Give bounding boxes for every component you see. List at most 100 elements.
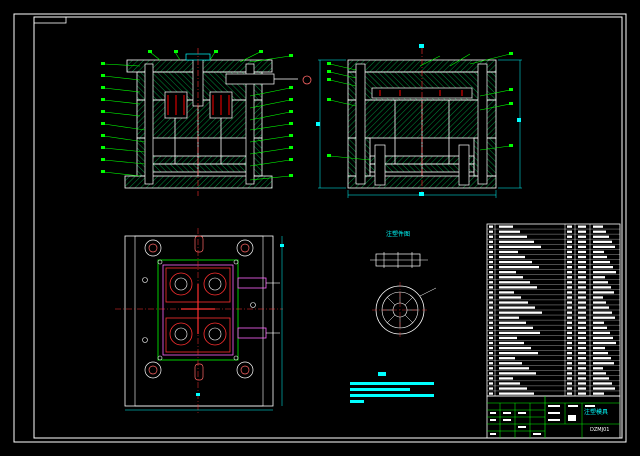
parts-list-cell-text — [567, 311, 572, 314]
parts-list-cell-text — [499, 271, 516, 274]
parts-list-cell-text — [567, 245, 572, 249]
parts-list-cell-text — [489, 245, 493, 249]
parts-list-cell-text — [489, 351, 493, 355]
parts-list-cell-text — [567, 372, 572, 375]
parts-list-cell-text — [578, 281, 586, 284]
parts-list-cell-text — [489, 372, 493, 375]
parts-list-cell-text — [578, 346, 586, 350]
parts-list-cell-text — [489, 321, 493, 324]
parts-list-cell-text — [578, 240, 586, 243]
parts-list-cell-text — [567, 377, 572, 380]
parts-list-cell-text — [578, 271, 586, 274]
parts-list-cell-text — [567, 326, 572, 329]
parts-list-cell-text — [499, 341, 524, 345]
parts-list-cell-text — [489, 250, 493, 254]
parts-list-cell-text — [593, 321, 604, 324]
parts-list-cell-text — [578, 377, 586, 380]
parts-list-cell-text — [567, 362, 572, 365]
title-block-drawing-number: DZMJ01 — [590, 427, 610, 433]
parts-list-cell-text — [593, 387, 615, 390]
parts-list-cell-text — [593, 326, 607, 329]
parts-list-cell-text — [567, 346, 572, 350]
technical-notes — [350, 372, 434, 403]
parts-list-cell-text — [499, 250, 518, 254]
parts-list-cell-text — [567, 225, 572, 228]
parts-list-cell-text — [593, 351, 608, 355]
parts-list-cell-text — [499, 291, 514, 294]
parts-list-cell-text — [593, 291, 614, 294]
parts-list-cell-text — [499, 377, 513, 380]
parts-list-cell-text — [499, 392, 534, 395]
parts-list-cell-text — [567, 357, 572, 360]
parts-list-cell-text — [578, 316, 586, 319]
parts-list-cell-text — [489, 346, 493, 350]
parts-list-cell-text — [593, 286, 611, 289]
parts-list-cell-text — [567, 235, 572, 238]
parts-list-cell-text — [499, 296, 521, 299]
parts-list-cell-text — [499, 351, 538, 355]
parts-list-cell-text — [567, 392, 572, 395]
parts-list-cell-text — [499, 346, 531, 350]
parts-list-cell-text — [499, 387, 527, 390]
parts-list-cell-text — [567, 276, 572, 279]
parts-list-cell-text — [567, 286, 572, 289]
parts-list-cell-text — [578, 255, 586, 259]
parts-list-cell-text — [567, 387, 572, 390]
parts-list-cell-text — [499, 225, 513, 228]
parts-list-cell-text — [593, 230, 606, 233]
parts-list-cell-text — [489, 225, 493, 228]
parts-list-cell-text — [489, 260, 493, 264]
parts-list-cell-text — [578, 291, 586, 294]
parts-list-cell-text — [593, 306, 609, 309]
parts-list-cell-text — [593, 271, 616, 274]
parts-list-cell-text — [489, 382, 493, 385]
parts-list-cell-text — [499, 311, 542, 314]
parts-list-cell-text — [578, 382, 586, 385]
parts-list-cell-text — [499, 326, 533, 329]
product-detail-view — [370, 252, 437, 338]
parts-list-cell-text — [593, 372, 606, 375]
parts-list-cell-text — [593, 296, 603, 299]
parts-list-cell-text — [578, 301, 586, 304]
parts-list-cell-text — [489, 230, 493, 233]
parts-list-cell-text — [578, 265, 586, 269]
parts-list-cell-text — [489, 291, 493, 294]
parts-list-cell-text — [499, 357, 515, 360]
parts-list-table — [486, 223, 621, 397]
parts-list-cell-text — [499, 240, 534, 243]
parts-list-cell-text — [567, 351, 572, 355]
parts-list-cell-text — [489, 311, 493, 314]
parts-list-cell-text — [578, 362, 586, 365]
parts-list-cell-text — [578, 225, 586, 228]
parts-list-cell-text — [499, 260, 532, 264]
parts-list-cell-text — [489, 331, 493, 335]
parts-list-cell-text — [489, 255, 493, 259]
parts-list-cell-text — [593, 341, 616, 345]
parts-list-cell-text — [578, 372, 586, 375]
parts-list-cell-text — [593, 346, 605, 350]
parts-list-cell-text — [593, 362, 614, 365]
parts-list-cell-text — [489, 367, 493, 370]
parts-list-cell-text — [499, 372, 536, 375]
parts-list-cell-text — [567, 240, 572, 243]
parts-list-cell-text — [578, 260, 586, 264]
parts-list-cell-text — [593, 336, 613, 340]
parts-list-cell-text — [499, 316, 519, 319]
parts-list-cell-text — [499, 230, 520, 233]
parts-list-cell-text — [499, 245, 541, 249]
parts-list-cell-text — [578, 336, 586, 340]
parts-list-cell-text — [499, 336, 517, 340]
parts-list-cell-text — [567, 321, 572, 324]
parts-list-cell-text — [593, 276, 605, 279]
parts-list-cell-text — [567, 296, 572, 299]
parts-list-cell-text — [567, 382, 572, 385]
parts-list-cell-text — [578, 387, 586, 390]
parts-list-cell-text — [489, 301, 493, 304]
parts-list-cell-text — [489, 306, 493, 309]
parts-list-cell-text — [489, 377, 493, 380]
parts-list-cell-text — [578, 331, 586, 335]
parts-list-cell-text — [499, 255, 525, 259]
parts-list-cell-text — [499, 276, 523, 279]
parts-list-cell-text — [489, 271, 493, 274]
parts-list-cell-text — [593, 301, 606, 304]
